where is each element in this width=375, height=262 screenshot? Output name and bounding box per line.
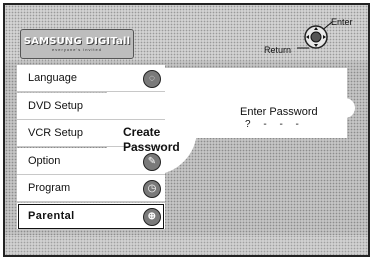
menu-item-language[interactable]: Language ◌ xyxy=(17,65,165,92)
lock-icon: ⊕ xyxy=(143,207,161,226)
logo-main-text: SAMSUNG DIGITall xyxy=(23,36,131,47)
password-digits[interactable]: ? - - - xyxy=(245,119,299,130)
wrench-icon: ✎ xyxy=(143,152,161,171)
remote-dpad-icon xyxy=(297,21,333,49)
panel-tab xyxy=(343,98,355,118)
menu-item-label: Option xyxy=(28,154,61,167)
menu-item-program[interactable]: Program ◷ xyxy=(17,175,165,202)
osd-screen: SAMSUNG DIGITall everyone's invited Retu… xyxy=(3,3,370,257)
samsung-logo: SAMSUNG DIGITall everyone's invited xyxy=(20,29,134,59)
menu-item-dvd-setup[interactable]: DVD Setup xyxy=(17,92,165,120)
menu-item-label: DVD Setup xyxy=(28,99,84,112)
footer-band xyxy=(5,235,368,255)
menu-item-label: Parental xyxy=(28,209,75,222)
password-prompt: Enter Password xyxy=(240,106,318,118)
language-icon: ◌ xyxy=(143,70,161,88)
menu-item-parental[interactable]: Parental ⊕ xyxy=(17,202,165,230)
logo-sub-text: everyone's invited xyxy=(52,47,102,52)
clock-icon: ◷ xyxy=(143,180,161,198)
section-title: Create Password xyxy=(123,125,180,154)
menu-item-label: Language xyxy=(28,72,77,84)
menu-item-label: Program xyxy=(28,182,71,194)
menu-item-label: VCR Setup xyxy=(28,127,84,139)
